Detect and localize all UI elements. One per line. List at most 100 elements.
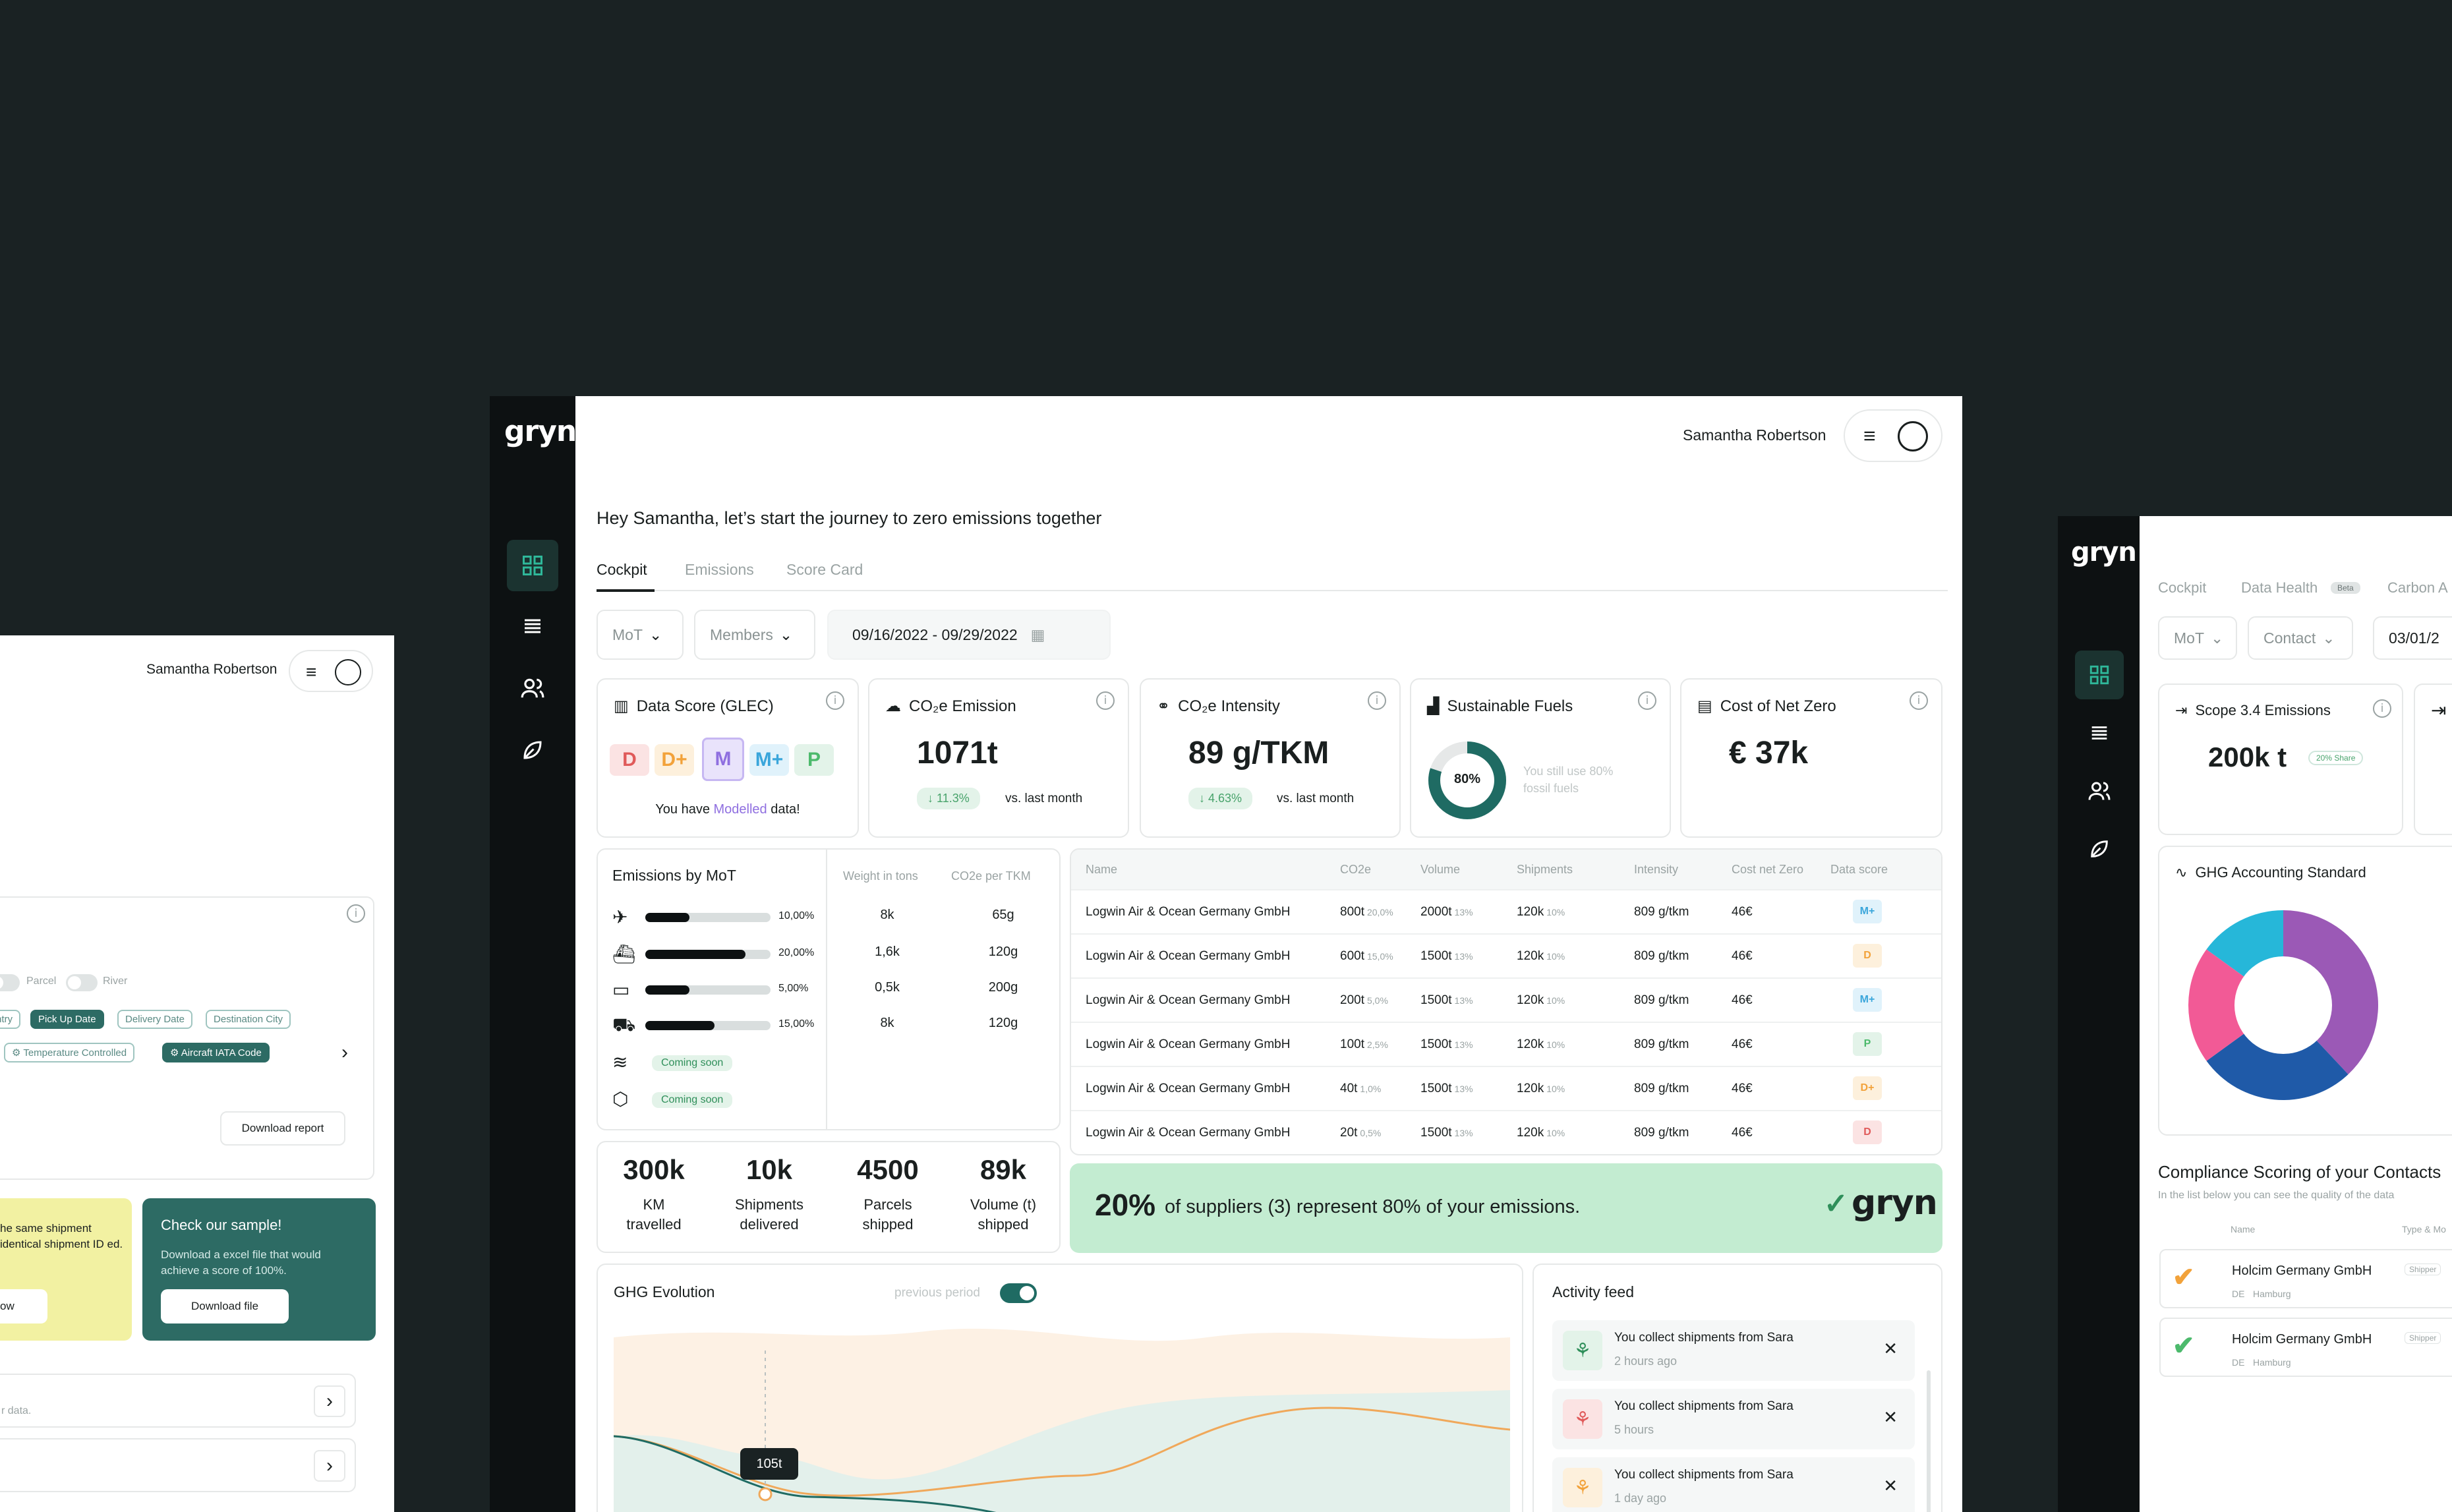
- scope-title-label: Scope 3.4 Emissions: [2195, 702, 2331, 718]
- hover-point[interactable]: [758, 1487, 773, 1501]
- col-name[interactable]: Name: [1086, 863, 1117, 877]
- supplier-volume: 1500t 13%: [1420, 1037, 1473, 1052]
- table-row[interactable]: Logwin Air & Ocean Germany GmbH 20t 0,5% 15…: [1071, 1110, 1941, 1153]
- check-icon: ✔: [2173, 1263, 2195, 1292]
- tab-emissions[interactable]: Emissions: [685, 561, 754, 579]
- info-icon[interactable]: i: [1910, 691, 1928, 710]
- tag-destination[interactable]: Destination City: [206, 1010, 291, 1029]
- date-range-input[interactable]: 09/16/2022 - 09/29/2022 ▦: [827, 610, 1111, 660]
- contact-row[interactable]: ✔ Holcim Germany GmbH DE Hamburg Shipper: [2159, 1318, 2452, 1377]
- tag-iata[interactable]: ⚙ Aircraft IATA Code: [162, 1043, 270, 1062]
- feed-item[interactable]: ⚘ You collect shipments from Sara 1 day ag…: [1552, 1457, 1915, 1512]
- stat-label-line2: shipped: [862, 1216, 914, 1233]
- col-cost[interactable]: Cost net Zero: [1732, 863, 1803, 877]
- info-icon[interactable]: i: [1638, 691, 1656, 710]
- col-co2e[interactable]: CO2e: [1340, 863, 1371, 877]
- avatar-icon[interactable]: [335, 659, 361, 685]
- net-zero-title: ▤ Cost of Net Zero: [1697, 697, 1836, 716]
- supplier-cost-value: 46€: [1732, 1037, 1753, 1051]
- supplier-shipments-share: 10%: [1546, 907, 1565, 917]
- nav-dashboard-icon[interactable]: [507, 540, 558, 591]
- chevron-right-icon[interactable]: ›: [341, 1041, 348, 1064]
- tag-temperature[interactable]: ⚙ Temperature Controlled: [4, 1043, 135, 1062]
- col-volume[interactable]: Volume: [1420, 863, 1460, 877]
- list-item[interactable]: r data. ›: [0, 1374, 356, 1428]
- tag-country[interactable]: ntry: [0, 1010, 21, 1029]
- chevron-down-icon: ⌄: [649, 625, 662, 643]
- info-icon[interactable]: i: [826, 691, 844, 710]
- mot-emissions-card: Emissions by MoT Weight in tons CO2e per…: [597, 848, 1061, 1130]
- modelled-link[interactable]: Modelled: [714, 802, 767, 817]
- info-icon[interactable]: i: [347, 904, 365, 923]
- user-menu[interactable]: ≡: [289, 650, 373, 692]
- nav-users-icon[interactable]: [2075, 767, 2124, 815]
- tag-pickup[interactable]: Pick Up Date: [30, 1010, 104, 1029]
- tag-delivery[interactable]: Delivery Date: [117, 1010, 193, 1029]
- mot-percent: 15,00%: [778, 1018, 815, 1030]
- tab-cockpit[interactable]: Cockpit: [2158, 579, 2206, 596]
- supplier-intensity-value: 809 g/tkm: [1634, 905, 1689, 919]
- data-score-badge: M+: [1853, 988, 1882, 1012]
- supplier-name-value: Logwin Air & Ocean Germany GmbH: [1086, 905, 1291, 919]
- feed-scrollbar[interactable]: [1927, 1370, 1931, 1512]
- supplier-shipments: 120k 10%: [1517, 993, 1565, 1008]
- tab-score-card[interactable]: Score Card: [786, 561, 863, 579]
- close-icon[interactable]: ✕: [1883, 1339, 1898, 1359]
- co2e-value: 1071t: [917, 736, 998, 771]
- date-range-value: 03/01/2: [2389, 629, 2439, 647]
- avatar-icon[interactable]: [1898, 421, 1928, 451]
- calendar-icon[interactable]: ▦: [1031, 626, 1045, 644]
- info-icon[interactable]: i: [1096, 691, 1115, 710]
- mot-select[interactable]: MoT ⌄: [2158, 616, 2237, 660]
- feed-item[interactable]: ⚘ You collect shipments from Sara 5 hours ✕: [1552, 1389, 1915, 1449]
- list-item[interactable]: ›: [0, 1438, 356, 1492]
- info-icon[interactable]: i: [1368, 691, 1386, 710]
- contact-row[interactable]: ✔ Holcim Germany GmbH DE Hamburg Shipper: [2159, 1249, 2452, 1308]
- user-menu[interactable]: ≡: [1844, 409, 1942, 462]
- tab-data-health[interactable]: Data Health: [2241, 579, 2318, 596]
- compliance-subtitle: In the list below you can see the qualit…: [2158, 1190, 2395, 1201]
- close-icon[interactable]: ✕: [1883, 1407, 1898, 1428]
- mot-select[interactable]: MoT ⌄: [597, 610, 684, 660]
- logo[interactable]: gryn: [504, 415, 577, 448]
- fuels-title-label: Sustainable Fuels: [1447, 697, 1573, 715]
- date-range-input[interactable]: 03/01/2: [2373, 616, 2452, 660]
- download-report-button[interactable]: Download report: [220, 1111, 345, 1146]
- chevron-right-icon[interactable]: ›: [314, 1385, 345, 1417]
- members-select[interactable]: Members ⌄: [694, 610, 815, 660]
- download-file-button[interactable]: Download file: [161, 1289, 289, 1323]
- feed-title: Activity feed: [1552, 1283, 1634, 1300]
- supplier-co2e: 100t 2,5%: [1340, 1037, 1388, 1052]
- nav-list-icon[interactable]: [2075, 709, 2124, 757]
- feed-item[interactable]: ⚘ You collect shipments from Sara 2 hours …: [1552, 1320, 1915, 1381]
- table-row[interactable]: Logwin Air & Ocean Germany GmbH 40t 1,0% 15…: [1071, 1066, 1941, 1109]
- close-icon[interactable]: ✕: [1883, 1476, 1898, 1496]
- toggle-river[interactable]: [66, 974, 98, 991]
- data-score-badge: P: [1853, 1032, 1882, 1056]
- info-icon[interactable]: i: [2373, 699, 2391, 718]
- col-type: Type & Mo: [2402, 1224, 2446, 1235]
- nav-list-icon[interactable]: [507, 600, 558, 652]
- table-row[interactable]: Logwin Air & Ocean Germany GmbH 600t 15,0%…: [1071, 933, 1941, 977]
- nav-dashboard-icon[interactable]: [2075, 651, 2124, 699]
- chevron-right-icon[interactable]: ›: [314, 1450, 345, 1482]
- table-row[interactable]: Logwin Air & Ocean Germany GmbH 800t 20,0%…: [1071, 889, 1941, 933]
- col-data-score[interactable]: Data score: [1830, 863, 1888, 877]
- nav-leaf-icon[interactable]: [507, 724, 558, 776]
- toggle-parcel[interactable]: [0, 974, 20, 991]
- nav-leaf-icon[interactable]: [2075, 825, 2124, 873]
- yellow-card-button[interactable]: ow: [0, 1289, 47, 1323]
- col-shipments[interactable]: Shipments: [1517, 863, 1573, 877]
- col-intensity[interactable]: Intensity: [1634, 863, 1678, 877]
- tab-cockpit[interactable]: Cockpit: [597, 561, 647, 579]
- tab-carbon[interactable]: Carbon A: [2387, 579, 2448, 596]
- menu-icon[interactable]: ≡: [306, 662, 316, 683]
- menu-icon[interactable]: ≡: [1863, 424, 1876, 448]
- supplier-volume: 1500t 13%: [1420, 949, 1473, 964]
- logo[interactable]: gryn: [2071, 537, 2137, 567]
- contact-select[interactable]: Contact ⌄: [2248, 616, 2353, 660]
- nav-users-icon[interactable]: [507, 662, 558, 714]
- previous-period-toggle[interactable]: [1000, 1283, 1037, 1303]
- table-row[interactable]: Logwin Air & Ocean Germany GmbH 200t 5,0% 1…: [1071, 977, 1941, 1021]
- table-row[interactable]: Logwin Air & Ocean Germany GmbH 100t 2,5% 1…: [1071, 1022, 1941, 1065]
